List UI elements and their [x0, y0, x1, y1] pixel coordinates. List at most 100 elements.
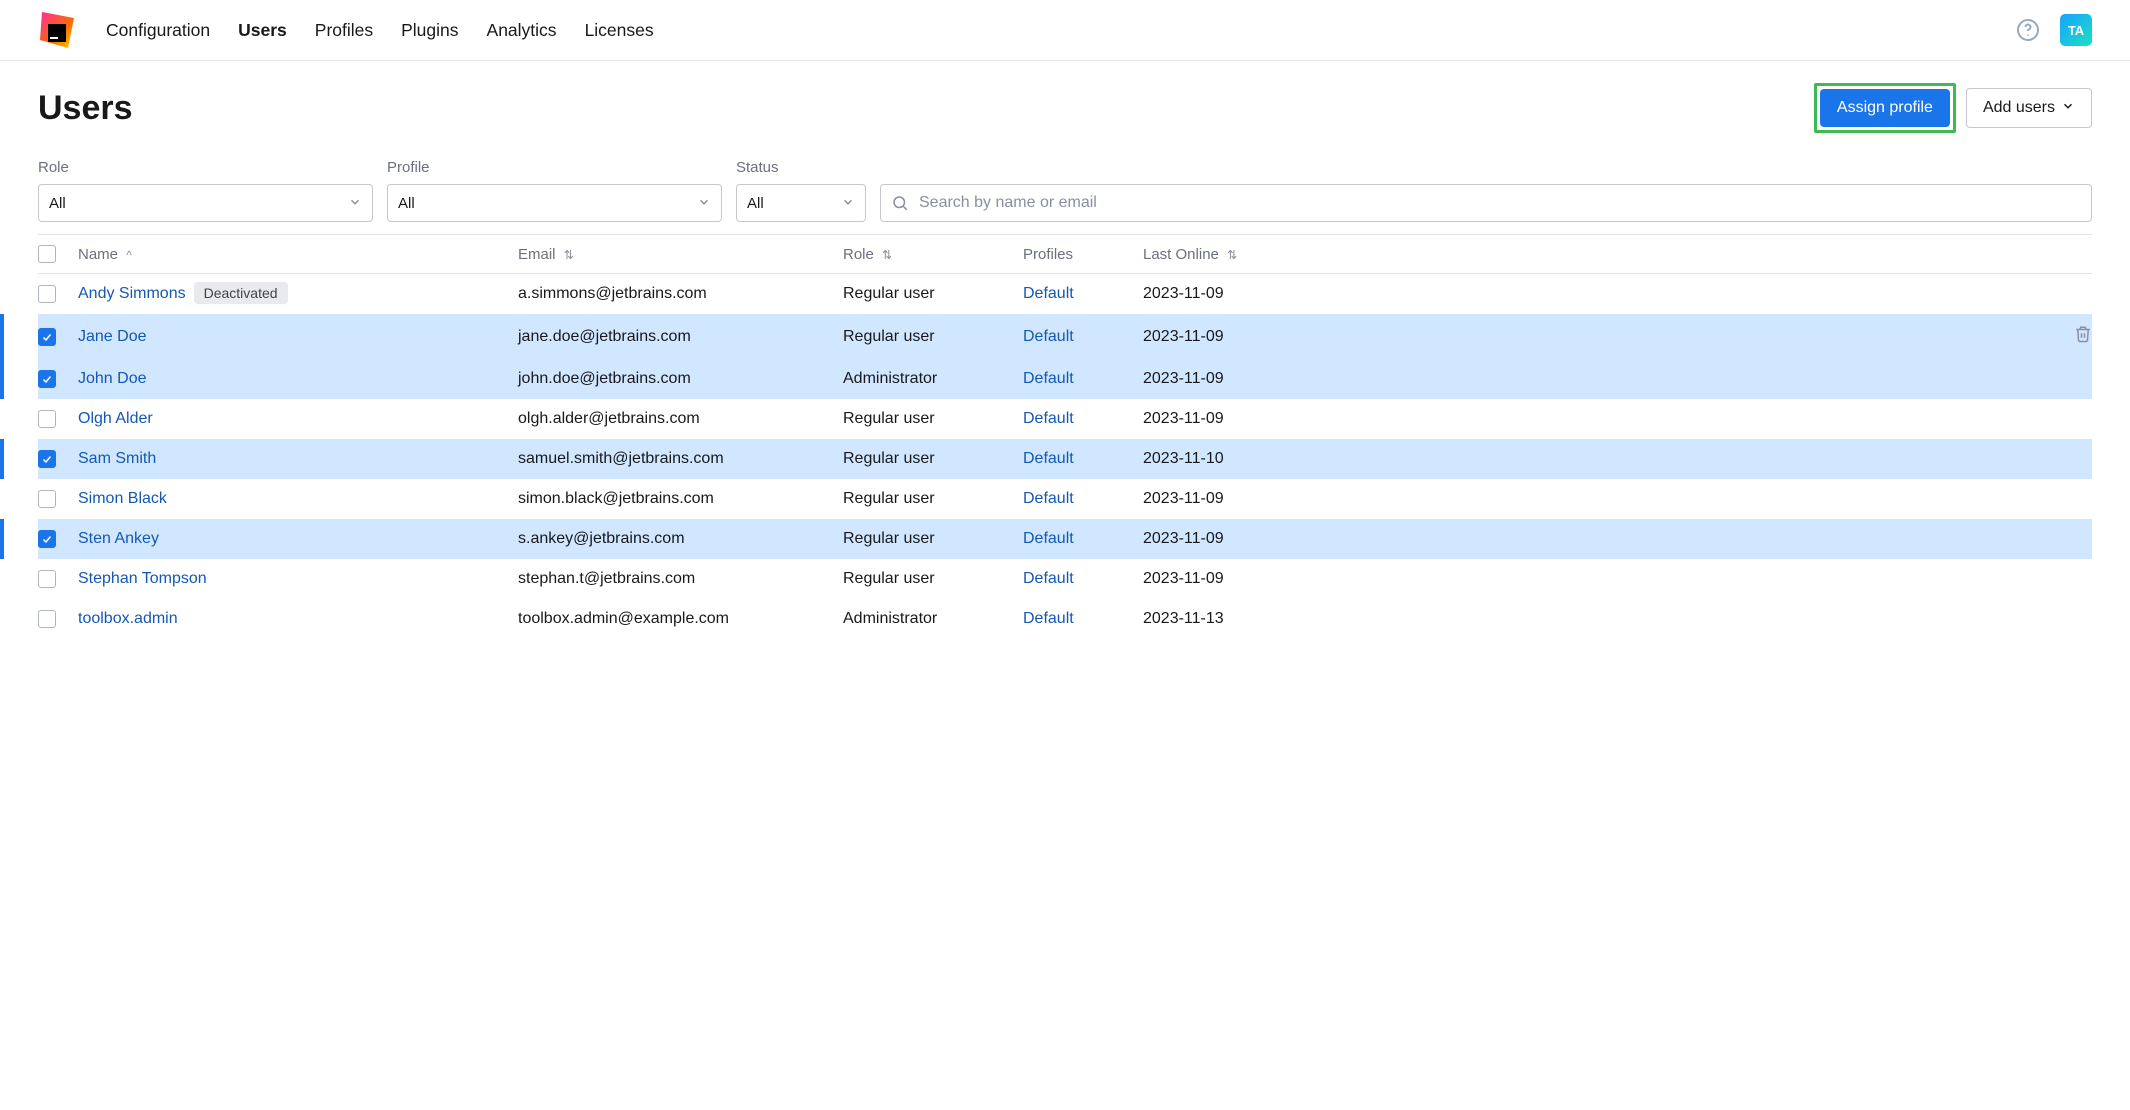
add-users-button[interactable]: Add users: [1966, 88, 2092, 128]
nav-item-analytics[interactable]: Analytics: [487, 14, 557, 47]
table-header: Name ^ Email ⇅ Role ⇅ Profiles Last Onli…: [38, 234, 2092, 274]
chevron-down-icon: [697, 195, 711, 212]
user-name-link[interactable]: Olgh Alder: [78, 410, 153, 427]
user-role: Administrator: [843, 610, 1023, 628]
user-initials: TA: [2068, 23, 2084, 38]
help-icon[interactable]: [2016, 18, 2040, 42]
user-name-link[interactable]: Jane Doe: [78, 328, 147, 345]
row-checkbox[interactable]: [38, 490, 56, 508]
topbar-right: TA: [2016, 14, 2092, 46]
col-header-role-label: Role: [843, 246, 874, 263]
nav-item-profiles[interactable]: Profiles: [315, 14, 373, 47]
user-profile-link[interactable]: Default: [1023, 370, 1074, 387]
table-row[interactable]: toolbox.admintoolbox.admin@example.comAd…: [38, 599, 2092, 639]
user-profile-link[interactable]: Default: [1023, 570, 1074, 587]
table-row[interactable]: Sten Ankey s.ankey@jetbrains.comRegular u…: [38, 519, 2092, 559]
table-row[interactable]: Andy SimmonsDeactivateda.simmons@jetbrai…: [38, 274, 2092, 314]
table-row[interactable]: Stephan Tompsonstephan.t@jetbrains.comRe…: [38, 559, 2092, 599]
user-last-online: 2023-11-09: [1143, 410, 1323, 428]
app-logo[interactable]: [38, 10, 78, 50]
col-header-last-online[interactable]: Last Online ⇅: [1143, 246, 1323, 263]
sort-asc-icon: ^: [126, 248, 132, 262]
page-title: Users: [38, 89, 1814, 128]
user-email: samuel.smith@jetbrains.com: [518, 450, 843, 468]
row-checkbox[interactable]: [38, 410, 56, 428]
user-name-link[interactable]: Andy Simmons: [78, 285, 186, 302]
select-all-checkbox[interactable]: [38, 245, 56, 263]
filter-role-label: Role: [38, 159, 373, 176]
select-all-cell: [38, 245, 78, 263]
col-header-last-online-label: Last Online: [1143, 246, 1219, 263]
table-row[interactable]: John Doejohn.doe@jetbrains.comAdministra…: [38, 359, 2092, 399]
user-role: Regular user: [843, 530, 1023, 548]
add-users-label: Add users: [1983, 100, 2055, 116]
topbar: Configuration Users Profiles Plugins Analyti…: [0, 0, 2130, 61]
user-role: Regular user: [843, 570, 1023, 588]
table-row[interactable]: Jane Doejane.doe@jetbrains.comRegular us…: [38, 314, 2092, 359]
status-badge: Deactivated: [194, 282, 288, 304]
user-profile-link[interactable]: Default: [1023, 285, 1074, 302]
delete-icon[interactable]: [2074, 330, 2092, 347]
user-email: s.ankey@jetbrains.com: [518, 530, 843, 548]
filter-status-value: All: [747, 195, 764, 212]
filter-status-label: Status: [736, 159, 866, 176]
col-header-email[interactable]: Email ⇅: [518, 246, 843, 263]
filter-profile-value: All: [398, 195, 415, 212]
user-avatar[interactable]: TA: [2060, 14, 2092, 46]
user-profile-link[interactable]: Default: [1023, 530, 1074, 547]
search-input-wrap[interactable]: [880, 184, 2092, 222]
nav-item-licenses[interactable]: Licenses: [585, 14, 654, 47]
chevron-down-icon: [841, 195, 855, 212]
user-profile-link[interactable]: Default: [1023, 450, 1074, 467]
table-row[interactable]: Sam Smithsamuel.smith@jetbrains.comRegul…: [38, 439, 2092, 479]
user-name-link[interactable]: Sam Smith: [78, 450, 156, 467]
col-header-role[interactable]: Role ⇅: [843, 246, 1023, 263]
user-email: simon.black@jetbrains.com: [518, 490, 843, 508]
user-profile-link[interactable]: Default: [1023, 610, 1074, 627]
filter-profile-label: Profile: [387, 159, 722, 176]
sort-icon: ⇅: [564, 248, 574, 262]
row-checkbox[interactable]: [38, 285, 56, 303]
user-last-online: 2023-11-09: [1143, 570, 1323, 588]
nav-item-plugins[interactable]: Plugins: [401, 14, 458, 47]
nav-item-configuration[interactable]: Configuration: [106, 14, 210, 47]
assign-profile-button[interactable]: Assign profile: [1820, 89, 1950, 127]
user-role: Regular user: [843, 490, 1023, 508]
user-profile-link[interactable]: Default: [1023, 328, 1074, 345]
col-header-profiles-label: Profiles: [1023, 246, 1073, 263]
filter-role-select[interactable]: All: [38, 184, 373, 222]
chevron-down-icon: [2061, 99, 2075, 117]
user-last-online: 2023-11-13: [1143, 610, 1323, 628]
user-name-link[interactable]: Sten Ankey: [78, 530, 159, 547]
user-role: Regular user: [843, 328, 1023, 346]
user-last-online: 2023-11-09: [1143, 285, 1323, 303]
row-checkbox[interactable]: [38, 570, 56, 588]
user-last-online: 2023-11-09: [1143, 370, 1323, 388]
filter-profile-select[interactable]: All: [387, 184, 722, 222]
row-checkbox[interactable]: [38, 530, 56, 548]
assign-profile-label: Assign profile: [1837, 100, 1933, 116]
filter-status-group: Status All: [736, 159, 866, 222]
col-header-name[interactable]: Name ^: [78, 246, 518, 263]
filter-status-select[interactable]: All: [736, 184, 866, 222]
user-email: olgh.alder@jetbrains.com: [518, 410, 843, 428]
user-profile-link[interactable]: Default: [1023, 410, 1074, 427]
row-checkbox[interactable]: [38, 450, 56, 468]
table-row[interactable]: Simon Black simon.black@jetbrains.comRegu…: [38, 479, 2092, 519]
col-header-email-label: Email: [518, 246, 556, 263]
table-row[interactable]: Olgh Alderolgh.alder@jetbrains.comRegula…: [38, 399, 2092, 439]
user-name-link[interactable]: toolbox.admin: [78, 610, 178, 627]
row-checkbox[interactable]: [38, 370, 56, 388]
user-profile-link[interactable]: Default: [1023, 490, 1074, 507]
user-name-link[interactable]: Simon Black: [78, 490, 167, 507]
sort-icon: ⇅: [882, 248, 892, 262]
user-name-link[interactable]: Stephan Tompson: [78, 570, 207, 587]
user-name-link[interactable]: John Doe: [78, 370, 147, 387]
sort-icon: ⇅: [1227, 248, 1237, 262]
nav-item-users[interactable]: Users: [238, 14, 287, 47]
top-nav: Configuration Users Profiles Plugins Analyti…: [106, 14, 2016, 47]
search-input[interactable]: [917, 193, 2081, 213]
row-checkbox[interactable]: [38, 610, 56, 628]
user-last-online: 2023-11-09: [1143, 328, 1323, 346]
row-checkbox[interactable]: [38, 328, 56, 346]
